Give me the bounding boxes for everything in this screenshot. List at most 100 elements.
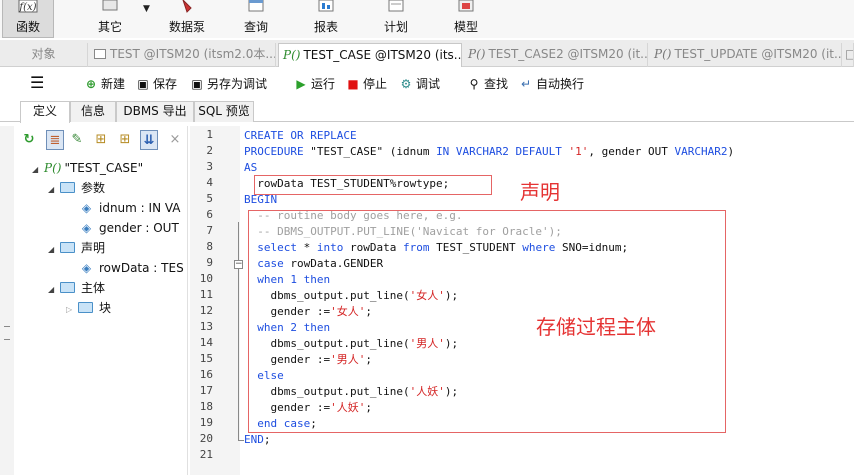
run-icon: ▶ xyxy=(296,77,306,91)
tab-definition[interactable]: 定义 xyxy=(20,101,70,123)
line-number: 19 xyxy=(199,416,213,429)
declaration-annotation-box xyxy=(254,175,492,195)
refresh-icon: ↻ xyxy=(23,132,35,147)
line-number: 17 xyxy=(199,384,213,397)
procedure-icon: P() xyxy=(283,48,301,62)
code-editor[interactable]: 1 2 3 4 5 6 7 8 9 10 11 12 13 14 15 16 17 18 19 20 21 − CREA… xyxy=(190,126,854,475)
expand-icon: ◢ xyxy=(48,245,55,254)
editor-toolbar: ☰ ⊕ 新建 ▣ 保存 ▣ 另存为调试 ▶ 运行 ■ 停止 ⚙ 调试 ⚲ 查找 ↵ 自动换行 xyxy=(0,68,854,98)
object-tab-bar: 对象 TEST @ITSM20 (itsm2.0本... P() TEST_CAS… xyxy=(0,40,854,67)
hamburger-menu-icon: ☰ xyxy=(30,73,45,92)
tab-test-case2[interactable]: P() TEST_CASE2 @ITSM20 (it... xyxy=(464,43,648,67)
line-number: 10 xyxy=(199,272,213,285)
other-icon xyxy=(102,0,118,11)
code-line[interactable]: PROCEDURE "TEST_CASE" (idnum IN VARCHAR2… xyxy=(244,144,734,160)
line-number: 14 xyxy=(199,336,213,349)
tree-node-block[interactable]: ▷ 块 xyxy=(66,298,188,318)
tab-info[interactable]: 信息 xyxy=(70,101,116,122)
stop-button[interactable]: ■ 停止 xyxy=(346,75,387,93)
splitter-grip-icon xyxy=(4,326,10,340)
add-sibling-button[interactable]: ⊞ xyxy=(116,130,134,150)
new-button[interactable]: ⊕ 新建 xyxy=(84,75,125,93)
tree-node-declarations[interactable]: ◢ 声明 xyxy=(48,238,188,258)
line-number: 21 xyxy=(199,448,213,461)
ribbon-query-button[interactable]: 查询 xyxy=(230,0,282,38)
tab-overflow[interactable]: □ xyxy=(844,43,854,67)
remove-button[interactable]: × xyxy=(166,130,184,150)
ribbon-label: 数据泵 xyxy=(168,20,205,34)
ribbon-schedule-button[interactable]: 计划 xyxy=(370,0,422,38)
table-icon xyxy=(94,49,106,59)
tab-label: TEST @ITSM20 (itsm2.0本... xyxy=(110,47,276,61)
tree-label: idnum : IN VA xyxy=(99,201,181,215)
word-wrap-label: 自动换行 xyxy=(536,77,585,91)
tab-test[interactable]: TEST @ITSM20 (itsm2.0本... xyxy=(90,43,276,67)
tree-item-param-gender[interactable]: ◈ gender : OUT xyxy=(80,218,188,238)
more-tabs-icon: □ xyxy=(845,47,853,61)
menu-button[interactable]: ☰ xyxy=(30,75,44,93)
code-token: ) xyxy=(727,145,735,158)
tree-item-decl-rowdata[interactable]: ◈ rowData : TES xyxy=(80,258,188,278)
tab-dbms-export[interactable]: DBMS 导出 xyxy=(116,101,194,122)
tree-item-param-idnum[interactable]: ◈ idnum : IN VA xyxy=(80,198,188,218)
code-token: "TEST_CASE" (idnum xyxy=(303,145,437,158)
fold-toggle-icon[interactable]: − xyxy=(234,260,243,269)
code-line[interactable]: AS xyxy=(244,160,257,176)
expand-icon: ◢ xyxy=(48,185,55,194)
line-number: 20 xyxy=(199,432,213,445)
add-child-button[interactable]: ⊞ xyxy=(92,130,110,150)
code-line[interactable]: END; xyxy=(244,432,271,448)
collapse-icon: ▷ xyxy=(66,305,73,314)
left-splitter[interactable] xyxy=(0,126,14,475)
tree-label: rowData : TES xyxy=(99,261,184,275)
data-pump-icon xyxy=(182,0,192,13)
tab-test-update[interactable]: P() TEST_UPDATE @ITSM20 (it... xyxy=(650,43,842,67)
find-button[interactable]: ⚲ 查找 xyxy=(467,75,508,93)
tree-label: 块 xyxy=(99,301,112,315)
code-token: IN VARCHAR2 DEFAULT xyxy=(436,145,562,158)
body-annotation-label: 存储过程主体 xyxy=(536,315,656,339)
line-number: 2 xyxy=(206,144,213,157)
line-number: 4 xyxy=(206,176,213,189)
line-number: 6 xyxy=(206,208,213,221)
ribbon-other-dropdown[interactable]: ▼ xyxy=(140,0,154,38)
refresh-button[interactable]: ↻ xyxy=(20,130,38,150)
run-button[interactable]: ▶ 运行 xyxy=(294,75,335,93)
word-wrap-button[interactable]: ↵ 自动换行 xyxy=(519,75,584,93)
outline-view-button[interactable]: ≣ xyxy=(46,130,64,150)
code-line[interactable]: CREATE OR REPLACE xyxy=(244,128,357,144)
ribbon-report-button[interactable]: 报表 xyxy=(300,0,352,38)
add-sibling-icon: ⊞ xyxy=(119,132,131,147)
tree-node-params[interactable]: ◢ 参数 xyxy=(48,178,188,198)
parameter-icon: ◈ xyxy=(81,201,92,215)
variable-icon: ◈ xyxy=(81,261,92,275)
debug-button[interactable]: ⚙ 调试 xyxy=(399,75,440,93)
tree-node-body[interactable]: ◢ 主体 xyxy=(48,278,188,298)
ribbon-model-button[interactable]: 模型 xyxy=(440,0,492,38)
code-token: END xyxy=(244,433,264,446)
edit-button[interactable]: ✎ xyxy=(68,130,86,150)
new-label: 新建 xyxy=(101,77,126,91)
stop-icon: ■ xyxy=(347,77,359,91)
tab-test-case[interactable]: P() TEST_CASE @ITSM20 (its... xyxy=(278,43,462,67)
sort-button[interactable]: ⇊ xyxy=(140,130,158,150)
tree-root[interactable]: ◢ P() "TEST_CASE" xyxy=(32,158,188,178)
save-button[interactable]: ▣ 保存 xyxy=(136,75,177,93)
ribbon-other-button[interactable]: 其它 xyxy=(82,0,138,38)
ribbon-data-pump-button[interactable]: 数据泵 xyxy=(160,0,214,38)
close-icon: × xyxy=(169,132,181,147)
ribbon-function-button[interactable]: f(x) 函数 xyxy=(2,0,54,38)
save-icon: ▣ xyxy=(137,77,149,91)
line-number: 16 xyxy=(199,368,213,381)
save-as-debug-button[interactable]: ▣ 另存为调试 xyxy=(190,75,267,93)
tree-label: 主体 xyxy=(81,281,106,295)
expand-icon: ◢ xyxy=(48,285,55,294)
folder-icon xyxy=(78,302,93,313)
tab-sql-preview[interactable]: SQL 预览 xyxy=(194,101,254,122)
save-label: 保存 xyxy=(153,77,178,91)
save-as-icon: ▣ xyxy=(191,77,203,91)
tab-objects[interactable]: 对象 xyxy=(0,43,88,67)
search-icon: ⚲ xyxy=(469,77,479,91)
line-number: 9 xyxy=(206,256,213,269)
